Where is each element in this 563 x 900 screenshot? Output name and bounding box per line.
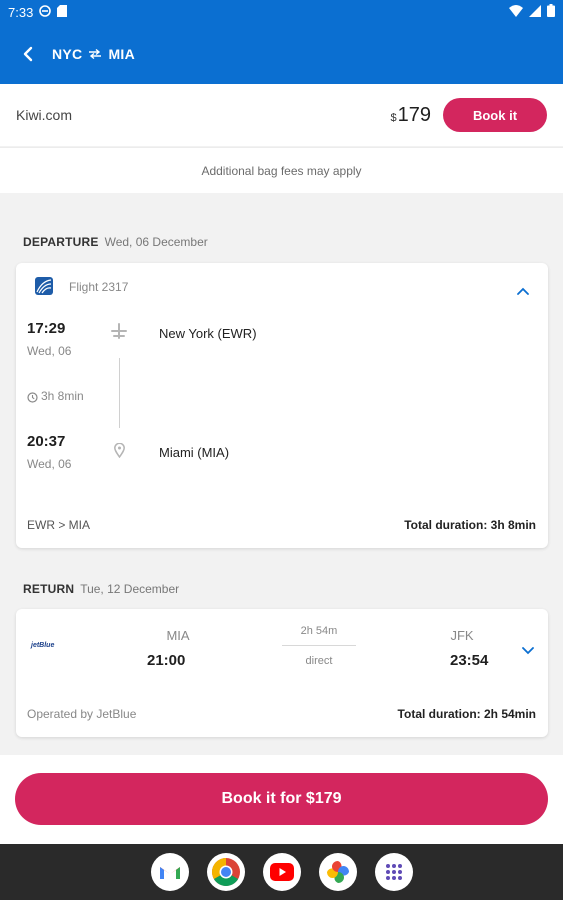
expand-button[interactable] <box>522 642 534 660</box>
return-to-time: 23:54 <box>450 652 489 669</box>
youtube-icon <box>269 863 294 881</box>
back-button[interactable] <box>18 44 38 64</box>
chevron-up-icon <box>517 287 529 295</box>
flight-number: Flight 2317 <box>69 280 129 294</box>
chrome-app[interactable] <box>206 853 245 891</box>
chrome-icon <box>211 858 240 886</box>
arrival-place: Miami (MIA) <box>159 445 230 460</box>
return-from-time: 21:00 <box>147 652 186 669</box>
photos-app[interactable] <box>318 853 357 891</box>
departure-total-duration: Total duration: 3h 8min <box>404 518 536 532</box>
departure-day: Wed, 06 <box>27 344 72 358</box>
destination-code: MIA <box>108 46 136 62</box>
youtube-app[interactable] <box>262 853 301 891</box>
location-pin-icon <box>114 442 125 463</box>
departure-label: DEPARTURE <box>23 235 99 249</box>
departure-date: Wed, 06 December <box>104 235 208 249</box>
route-title: NYC MIA <box>52 46 135 62</box>
book-it-button[interactable]: Book it <box>443 98 547 132</box>
return-header: RETURN Tue, 12 December <box>23 582 179 596</box>
return-to-code: JFK <box>450 628 474 643</box>
chevron-down-icon <box>522 647 534 655</box>
clock-icon <box>27 390 38 408</box>
status-bar: 7:33 <box>0 0 563 24</box>
back-arrow-icon <box>23 46 33 62</box>
collapse-button[interactable] <box>517 282 529 300</box>
dnd-icon <box>39 4 52 20</box>
round-trip-icon <box>89 49 102 59</box>
return-total-duration: Total duration: 2h 54min <box>397 707 536 721</box>
arrival-time: 20:37 <box>27 433 66 450</box>
provider-price: $ 179 <box>391 104 432 127</box>
route-summary: EWR > MIA <box>27 518 91 532</box>
departure-time: 17:29 <box>27 320 66 337</box>
provider-name: Kiwi.com <box>16 107 73 123</box>
return-label: RETURN <box>23 582 75 596</box>
signal-icon <box>529 4 541 20</box>
return-card[interactable]: jetBlue MIA 21:00 2h 54m direct JFK 23:5… <box>16 609 548 737</box>
airline-logo-icon <box>35 277 53 300</box>
plane-icon <box>111 323 127 344</box>
operated-by: Operated by JetBlue <box>27 707 137 721</box>
return-stops: direct <box>305 655 333 667</box>
origin-code: NYC <box>52 46 83 62</box>
price-amount: 179 <box>397 103 431 126</box>
book-for-price-button[interactable]: Book it for $179 <box>15 773 548 825</box>
return-duration: 2h 54m <box>300 625 338 637</box>
return-route-line <box>282 645 356 646</box>
bottom-bar: Book it for $179 <box>0 755 563 844</box>
departure-header: DEPARTURE Wed, 06 December <box>23 235 208 249</box>
return-date: Tue, 12 December <box>80 582 180 596</box>
gmail-icon <box>159 867 180 879</box>
departure-place: New York (EWR) <box>159 326 257 341</box>
status-time: 7:33 <box>8 4 34 20</box>
app-drawer-button[interactable] <box>374 853 413 891</box>
arrival-day: Wed, 06 <box>27 457 72 471</box>
provider-row: Kiwi.com $ 179 Book it <box>0 84 563 146</box>
price-currency: $ <box>390 111 397 124</box>
return-from-code: MIA <box>166 628 190 643</box>
photos-icon <box>326 861 349 883</box>
sd-card-icon <box>57 4 68 20</box>
wifi-icon <box>509 4 523 20</box>
system-dock <box>0 844 563 900</box>
gmail-app[interactable] <box>150 853 189 891</box>
timeline-line <box>119 358 120 428</box>
jetblue-logo: jetBlue <box>31 642 55 649</box>
battery-icon <box>547 4 555 20</box>
app-drawer-icon <box>385 864 402 880</box>
departure-card[interactable]: Flight 2317 17:29 Wed, 06 New York (EWR)… <box>16 263 548 548</box>
bag-fees-note: Additional bag fees may apply <box>0 147 563 193</box>
app-bar: NYC MIA <box>0 24 563 84</box>
flight-duration: 3h 8min <box>41 389 84 403</box>
